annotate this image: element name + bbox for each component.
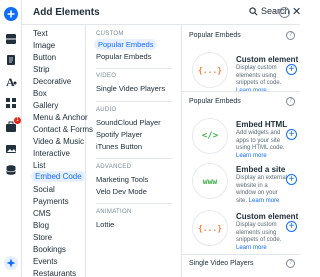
- subcategory-popular-embeds-2[interactable]: Popular Embeds: [96, 51, 151, 62]
- card-description: Add widgets and apps to your site using …: [236, 130, 285, 159]
- learn-more-link[interactable]: Learn more: [236, 245, 267, 251]
- add-button[interactable]: +: [286, 64, 297, 75]
- add-button[interactable]: +: [286, 174, 297, 185]
- divider: [96, 101, 172, 102]
- subcategory-velo-dev-mode[interactable]: Velo Dev Mode: [96, 186, 147, 197]
- search-icon: [249, 6, 258, 15]
- info-icon[interactable]: ?: [286, 97, 295, 106]
- left-toolbar: A 1: [0, 0, 22, 277]
- ai-assistant-icon[interactable]: [3, 255, 19, 271]
- category-image[interactable]: Image: [33, 40, 55, 51]
- subcategory-soundcloud-player[interactable]: SoundCloud Player: [96, 117, 161, 128]
- card-description: Display an external website in a window …: [236, 175, 288, 204]
- divider: [96, 158, 172, 159]
- business-icon[interactable]: 1: [3, 117, 21, 135]
- divider: [182, 254, 300, 255]
- add-button[interactable]: +: [286, 221, 297, 232]
- category-strip[interactable]: Strip: [33, 64, 49, 75]
- card-title: Embed HTML: [236, 120, 288, 129]
- subcategory-heading-custom: CUSTOM: [96, 31, 124, 37]
- embed-html-icon: </>: [192, 118, 228, 154]
- section-title: Popular Embeds: [189, 98, 241, 105]
- category-box[interactable]: Box: [33, 88, 47, 99]
- embed-site-icon: www: [192, 163, 228, 199]
- subcategory-heading-video: VIDEO: [96, 73, 117, 79]
- category-payments[interactable]: Payments: [33, 196, 69, 207]
- learn-more-link[interactable]: Learn more: [249, 198, 280, 204]
- subcategory-marketing-tools[interactable]: Marketing Tools: [96, 174, 148, 185]
- subcategory-spotify-player[interactable]: Spotify Player: [96, 129, 142, 140]
- subcategory-heading-advanced: ADVANCED: [96, 164, 132, 170]
- category-restaurants[interactable]: Restaurants: [33, 268, 76, 277]
- category-list: Text Image Button Strip Decorative Box G…: [22, 25, 93, 277]
- add-elements-panel: Add Elements Search ? ✕ Text Image Butto…: [22, 0, 301, 277]
- notification-badge: 1: [14, 117, 21, 124]
- section-title: Single Video Players: [189, 260, 254, 267]
- category-social[interactable]: Social: [33, 184, 55, 195]
- category-gallery[interactable]: Gallery: [33, 100, 58, 111]
- subcategory-single-video-players[interactable]: Single Video Players: [96, 83, 165, 94]
- element-gallery: Popular Embeds ? {...} Custom element Di…: [182, 25, 300, 277]
- svg-text:A: A: [6, 75, 15, 87]
- category-text[interactable]: Text: [33, 28, 48, 39]
- add-button[interactable]: +: [286, 129, 297, 140]
- panel-header: Add Elements Search ? ✕: [22, 0, 301, 25]
- app-market-icon[interactable]: [3, 95, 19, 111]
- divider: [96, 68, 172, 69]
- sections-icon[interactable]: [3, 31, 19, 47]
- add-icon[interactable]: [3, 6, 19, 22]
- category-menu-anchor[interactable]: Menu & Anchor: [33, 112, 88, 123]
- learn-more-link[interactable]: Learn more: [236, 153, 267, 159]
- category-cms[interactable]: CMS: [33, 208, 51, 219]
- subcategory-itunes-button[interactable]: iTunes Button: [96, 141, 142, 152]
- subcategory-popular-embeds[interactable]: Popular Embeds: [94, 39, 158, 50]
- category-events[interactable]: Events: [33, 256, 57, 267]
- theme-icon[interactable]: A: [3, 73, 19, 89]
- section-title: Popular Embeds: [189, 32, 241, 39]
- divider: [96, 203, 172, 204]
- category-list[interactable]: List: [33, 160, 45, 171]
- subcategory-heading-animation: ANIMATION: [96, 209, 132, 215]
- card-description: Display custom elements using snippets o…: [236, 222, 282, 251]
- category-store[interactable]: Store: [33, 232, 52, 243]
- media-icon[interactable]: [3, 141, 19, 157]
- info-icon[interactable]: ?: [286, 259, 295, 268]
- pages-icon[interactable]: [3, 52, 19, 68]
- category-contact-forms[interactable]: Contact & Forms: [33, 124, 93, 135]
- help-icon[interactable]: ?: [279, 7, 290, 18]
- category-embed-code[interactable]: Embed Code: [31, 171, 86, 182]
- category-blog[interactable]: Blog: [33, 220, 49, 231]
- category-bookings[interactable]: Bookings: [33, 244, 66, 255]
- category-decorative[interactable]: Decorative: [33, 76, 71, 87]
- custom-element-icon: {...}: [192, 210, 228, 246]
- panel-title: Add Elements: [33, 7, 100, 18]
- category-interactive[interactable]: Interactive: [33, 148, 70, 159]
- custom-element-icon: {...}: [192, 52, 228, 88]
- card-title: Custom element: [236, 212, 299, 221]
- divider: [182, 91, 300, 92]
- category-video-music[interactable]: Video & Music: [33, 136, 84, 147]
- card-title: Embed a site: [236, 165, 286, 174]
- subcategory-lottie[interactable]: Lottie: [96, 219, 114, 230]
- category-button[interactable]: Button: [33, 52, 56, 63]
- card-title: Custom element: [236, 55, 299, 64]
- subcategory-list: CUSTOM Popular Embeds Popular Embeds VID…: [86, 25, 182, 277]
- info-icon[interactable]: ?: [286, 31, 295, 40]
- close-icon[interactable]: ✕: [292, 5, 301, 18]
- subcategory-heading-audio: AUDIO: [96, 107, 117, 113]
- cms-icon[interactable]: [3, 162, 19, 178]
